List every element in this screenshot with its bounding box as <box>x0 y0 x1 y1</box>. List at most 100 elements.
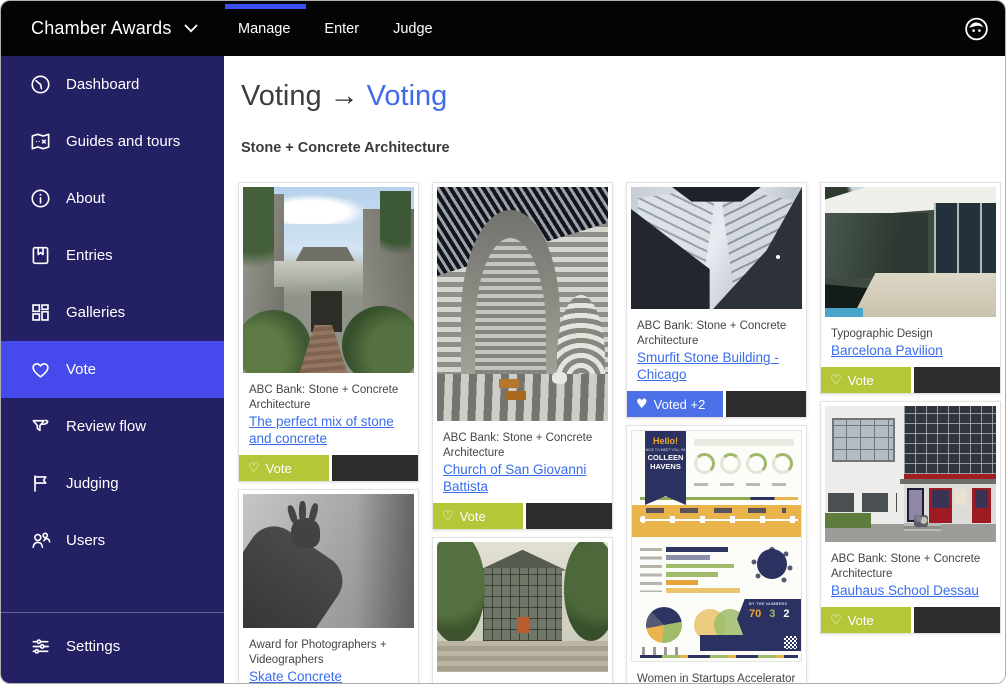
heart-filled-icon: ♥ <box>636 398 648 411</box>
art <box>914 515 928 527</box>
entry-meta: Typographic Design Barcelona Pavilion <box>821 321 1000 367</box>
breadcrumb: Voting→Voting <box>241 80 1005 113</box>
heart-outline-icon: ♡ <box>830 614 842 627</box>
settings-sliders-icon <box>29 635 52 658</box>
vote-button[interactable]: ♡Vote <box>821 367 911 393</box>
topbar: Chamber Awards Manage Enter Judge <box>1 1 1005 56</box>
sidebar-item-entries[interactable]: Entries <box>1 227 224 284</box>
vote-options-button[interactable] <box>526 503 612 529</box>
vote-label: Vote <box>266 461 292 476</box>
art <box>505 391 526 400</box>
entry-card: ABC Bank: Stone + Concrete Architecture … <box>238 182 419 482</box>
entry-image[interactable] <box>825 187 996 317</box>
entry-title-link[interactable]: Bauhaus School Dessau <box>831 582 979 599</box>
art <box>640 655 798 659</box>
app-switcher[interactable]: Chamber Awards <box>31 18 198 39</box>
sidebar-item-dashboard[interactable]: Dashboard <box>1 56 224 113</box>
entry-image[interactable] <box>243 494 414 628</box>
sidebar-item-settings[interactable]: Settings <box>1 612 224 683</box>
entry-title-link[interactable]: Church of San Giovanni Battista <box>443 461 602 495</box>
vote-label: Vote <box>848 373 874 388</box>
tab-judge[interactable]: Judge <box>393 21 433 37</box>
art <box>274 194 368 224</box>
category-subtitle: Stone + Concrete Architecture <box>241 140 1005 156</box>
entry-image[interactable]: BY THE NUMBERS 7032 Hello! NICE TO MEET … <box>631 430 802 662</box>
entry-category: ABC Bank: Stone + Concrete Architecture <box>831 552 990 582</box>
art <box>640 497 798 500</box>
sidebar-item-label: Guides and tours <box>66 133 180 150</box>
entries-icon <box>29 244 52 267</box>
art <box>356 494 414 628</box>
art <box>286 504 298 524</box>
sidebar: Dashboard Guides and tours About Entries… <box>1 56 224 683</box>
sidebar-item-galleries[interactable]: Galleries <box>1 284 224 341</box>
art <box>437 641 608 672</box>
tab-enter[interactable]: Enter <box>324 21 359 37</box>
sidebar-item-users[interactable]: Users <box>1 512 224 569</box>
voted-button[interactable]: ♥Voted +2 <box>627 391 723 417</box>
entry-footer: ♡Vote <box>821 367 1000 393</box>
entry-image[interactable] <box>825 406 996 542</box>
art <box>646 508 786 513</box>
heart-outline-icon: ♡ <box>248 462 260 475</box>
sidebar-item-judging[interactable]: Judging <box>1 455 224 512</box>
breadcrumb-current[interactable]: Voting <box>367 80 448 112</box>
art <box>299 501 306 522</box>
sidebar-item-vote[interactable]: Vote <box>1 341 224 398</box>
entry-title-link[interactable]: Smurfit Stone Building - Chicago <box>637 349 796 383</box>
breadcrumb-section[interactable]: Voting <box>241 80 322 112</box>
heart-icon <box>29 358 52 381</box>
vote-button[interactable]: ♡Vote <box>433 503 523 529</box>
entry-image[interactable] <box>437 187 608 421</box>
vote-options-button[interactable] <box>332 455 418 481</box>
grid-column: Typographic Design Barcelona Pavilion ♡V… <box>820 182 1001 634</box>
entry-image[interactable] <box>243 187 414 373</box>
art <box>640 519 798 521</box>
entry-image[interactable] <box>437 542 608 672</box>
entry-category: ABC Bank: Stone + Concrete Architecture <box>443 682 602 683</box>
art <box>825 213 928 278</box>
vote-options-button[interactable] <box>914 367 1000 393</box>
sidebar-item-guides[interactable]: Guides and tours <box>1 113 224 170</box>
vote-button[interactable]: ♡ Vote <box>239 455 329 481</box>
tab-manage[interactable]: Manage <box>238 21 290 37</box>
entry-title-link[interactable]: Skate Concrete <box>249 668 342 683</box>
sidebar-item-about[interactable]: About <box>1 170 224 227</box>
grid-column: ABC Bank: Stone + Concrete Architecture … <box>626 182 807 683</box>
vote-button[interactable]: ♡Vote <box>821 607 911 633</box>
art <box>342 306 414 373</box>
entry-meta: Women in Startups Accelerator Coleen Hav… <box>627 666 806 683</box>
entry-title-link[interactable]: The perfect mix of stone and concrete <box>249 413 408 447</box>
entry-title-link[interactable]: Barcelona Pavilion <box>831 342 943 359</box>
vote-options-button[interactable] <box>726 391 806 417</box>
entry-footer: ♡Vote <box>821 607 1000 633</box>
entry-meta: ABC Bank: Stone + Concrete Architecture … <box>433 425 612 503</box>
sidebar-item-label: Vote <box>66 361 96 378</box>
vote-options-button[interactable] <box>914 607 1000 633</box>
entry-category: ABC Bank: Stone + Concrete Architecture <box>637 319 796 349</box>
art <box>955 489 967 505</box>
art <box>499 379 520 388</box>
entry-image[interactable] <box>631 187 802 309</box>
dashboard-icon <box>29 73 52 96</box>
arrow-right-icon: → <box>330 80 359 112</box>
sidebar-item-review-flow[interactable]: Review flow <box>1 398 224 455</box>
art <box>552 372 567 384</box>
entries-grid: ABC Bank: Stone + Concrete Architecture … <box>238 182 1005 683</box>
art <box>932 490 949 508</box>
vote-label: Vote <box>460 509 486 524</box>
art <box>694 439 794 446</box>
top-nav: Manage Enter Judge <box>238 21 433 37</box>
entry-category: Women in Startups Accelerator <box>637 672 796 683</box>
entry-category: ABC Bank: Stone + Concrete Architecture <box>443 431 602 461</box>
user-avatar-button[interactable] <box>963 15 990 42</box>
entry-footer: ♡ Vote <box>239 455 418 481</box>
art <box>828 493 896 512</box>
entry-meta: ABC Bank: Stone + Concrete Architecture … <box>433 676 612 683</box>
qr-code <box>784 636 797 649</box>
entry-meta: ABC Bank: Stone + Concrete Architecture … <box>239 377 418 455</box>
infographic-donut-charts <box>694 453 796 487</box>
art <box>975 490 989 508</box>
art <box>825 513 871 528</box>
sidebar-item-label: Review flow <box>66 418 146 435</box>
